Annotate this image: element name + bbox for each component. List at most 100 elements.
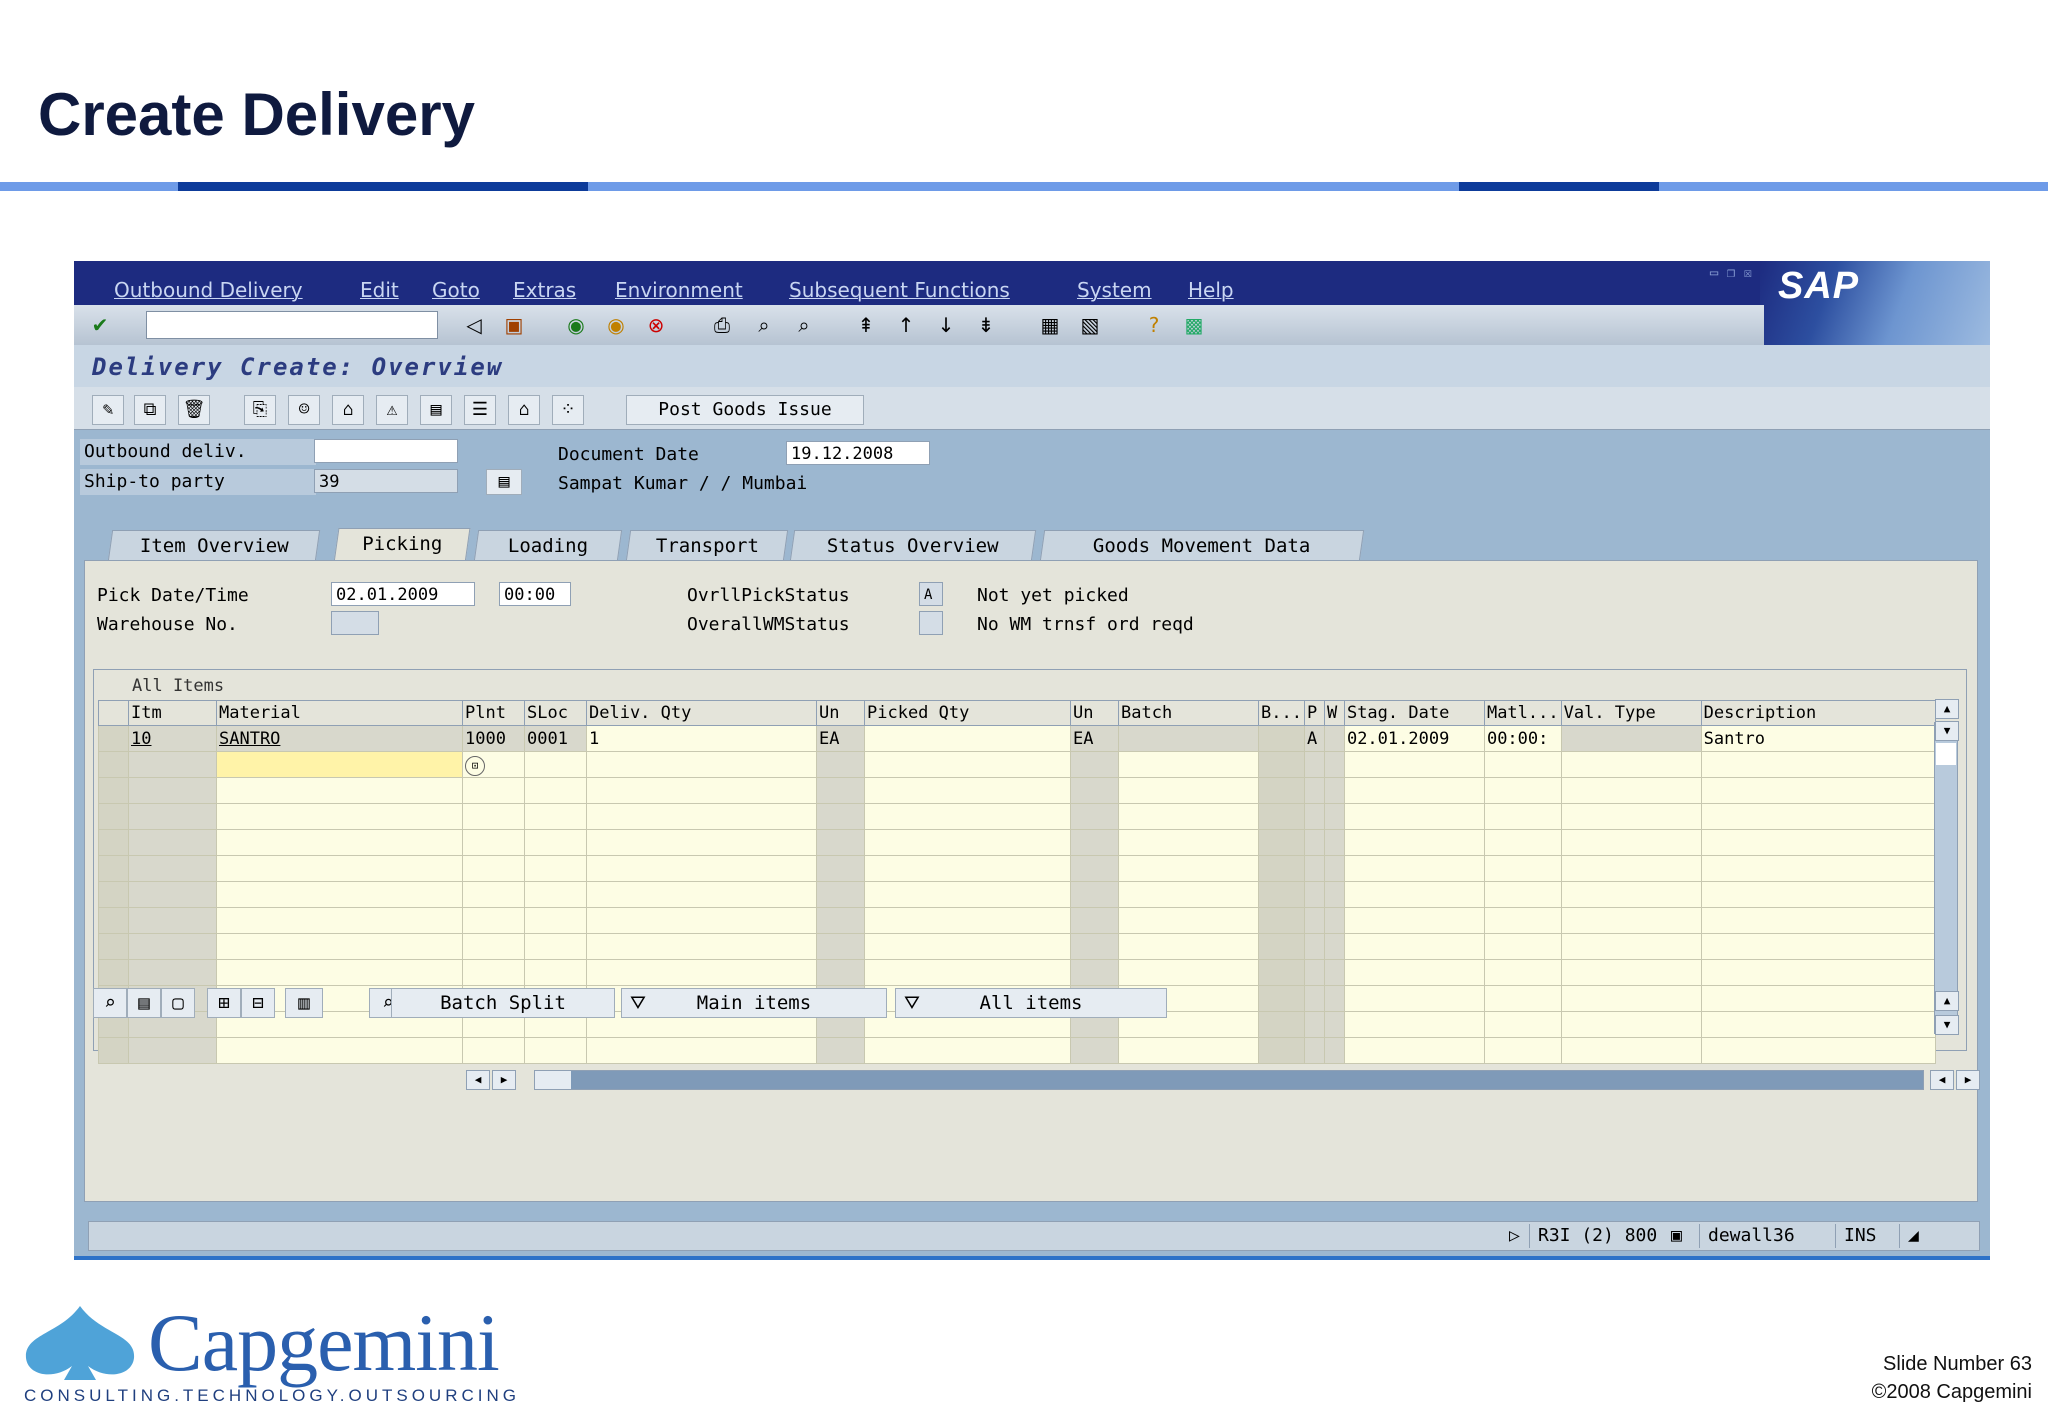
ovrl-pick-status-field[interactable]: A bbox=[919, 582, 943, 606]
main-items-button[interactable]: ⛛ Main items bbox=[621, 988, 887, 1018]
cell-p[interactable]: A bbox=[1303, 725, 1325, 752]
pick-icon[interactable]: ▥ bbox=[285, 988, 323, 1018]
cell-picked-qty[interactable] bbox=[864, 725, 1071, 752]
dots-icon[interactable]: ⁘ bbox=[552, 395, 584, 425]
shortcut-icon[interactable]: ▧ bbox=[1078, 313, 1102, 337]
help-icon[interactable]: ? bbox=[1142, 313, 1166, 337]
delete-row-icon[interactable]: ⊟ bbox=[241, 988, 275, 1018]
warehouse-no-field[interactable] bbox=[331, 611, 379, 635]
select-all-cell[interactable] bbox=[98, 700, 129, 726]
status-expand-icon[interactable]: ▷ bbox=[1501, 1224, 1520, 1248]
all-items-button[interactable]: ⛛ All items bbox=[895, 988, 1167, 1018]
previous-page-icon[interactable]: ↑ bbox=[894, 313, 918, 337]
col-p[interactable]: P bbox=[1303, 700, 1325, 726]
page-down-icon[interactable]: ▼ bbox=[1935, 1015, 1959, 1035]
table-row[interactable] bbox=[98, 959, 1936, 986]
table-row[interactable] bbox=[98, 855, 1936, 882]
scroll-up-icon[interactable]: ▲ bbox=[1935, 699, 1959, 719]
cell-un-2[interactable]: EA bbox=[1070, 725, 1119, 752]
scroll-down-icon[interactable]: ▼ bbox=[1935, 721, 1959, 741]
next-page-icon[interactable]: ↓ bbox=[934, 313, 958, 337]
house-icon[interactable]: ⌂ bbox=[508, 395, 540, 425]
col-description[interactable]: Description bbox=[1700, 700, 1936, 726]
back-arrow-icon[interactable]: ◁ bbox=[462, 313, 486, 337]
cell-matl[interactable]: 00:00: bbox=[1483, 725, 1562, 752]
tab-loading[interactable]: Loading bbox=[473, 530, 623, 561]
shipment-icon[interactable]: ⚠ bbox=[376, 395, 408, 425]
menu-edit[interactable]: Edit bbox=[360, 278, 399, 302]
deselect-all-icon[interactable]: ▢ bbox=[161, 988, 195, 1018]
create-session-icon[interactable]: ▦ bbox=[1038, 313, 1062, 337]
table-row[interactable]: ⊡ bbox=[98, 751, 1936, 778]
col-itm[interactable]: Itm bbox=[128, 700, 217, 726]
col-material[interactable]: Material bbox=[216, 700, 463, 726]
scroll-left-end-icon[interactable]: ◀ bbox=[1930, 1070, 1954, 1090]
page-up-icon[interactable]: ▲ bbox=[1935, 991, 1959, 1011]
partner-icon[interactable]: ☺ bbox=[288, 395, 320, 425]
delete-icon[interactable]: 🗑 bbox=[178, 395, 210, 425]
menu-system[interactable]: System bbox=[1077, 278, 1152, 302]
cell-b[interactable] bbox=[1258, 725, 1305, 752]
col-matl[interactable]: Matl... bbox=[1483, 700, 1562, 726]
table-row[interactable] bbox=[98, 1037, 1936, 1064]
h-scroll-thumb[interactable] bbox=[535, 1071, 571, 1089]
outbound-deliv-field[interactable] bbox=[314, 439, 458, 463]
col-un-2[interactable]: Un bbox=[1070, 700, 1119, 726]
col-sloc[interactable]: SLoc bbox=[524, 700, 587, 726]
menu-extras[interactable]: Extras bbox=[513, 278, 576, 302]
cell-un[interactable]: EA bbox=[816, 725, 865, 752]
system-info-icon[interactable]: ▣ bbox=[1663, 1224, 1682, 1248]
texts-icon[interactable]: ☰ bbox=[464, 395, 496, 425]
cell-batch[interactable] bbox=[1118, 725, 1259, 752]
scroll-thumb[interactable] bbox=[1936, 743, 1956, 765]
first-page-icon[interactable]: ⇞ bbox=[854, 313, 878, 337]
table-row[interactable] bbox=[98, 907, 1936, 934]
minimize-icon[interactable]: ▭ bbox=[1710, 265, 1718, 281]
overall-wm-status-field[interactable] bbox=[919, 611, 943, 635]
ship-to-party-field[interactable]: 39 bbox=[314, 469, 458, 493]
save-icon[interactable]: ▣ bbox=[502, 313, 526, 337]
find-next-icon[interactable]: ⌕ bbox=[792, 313, 816, 337]
document-date-field[interactable]: 19.12.2008 bbox=[786, 441, 930, 465]
tab-status-overview[interactable]: Status Overview bbox=[789, 530, 1037, 561]
last-page-icon[interactable]: ⇟ bbox=[974, 313, 998, 337]
tab-picking[interactable]: Picking bbox=[333, 528, 471, 563]
cell-plnt[interactable]: 1000 bbox=[462, 725, 525, 752]
scroll-right-icon[interactable]: ▶ bbox=[492, 1070, 516, 1090]
tab-goods-movement-data[interactable]: Goods Movement Data bbox=[1039, 530, 1365, 561]
table-row[interactable] bbox=[98, 933, 1936, 960]
menu-subsequent-functions[interactable]: Subsequent Functions bbox=[789, 278, 1010, 302]
tab-item-overview[interactable]: Item Overview bbox=[107, 530, 321, 561]
col-batch[interactable]: Batch bbox=[1118, 700, 1259, 726]
horizontal-scrollbar[interactable] bbox=[534, 1070, 1924, 1090]
col-val-type[interactable]: Val. Type bbox=[1560, 700, 1702, 726]
col-plnt[interactable]: Plnt bbox=[462, 700, 525, 726]
close-icon[interactable]: ☒ bbox=[1744, 265, 1752, 281]
cell-description[interactable]: Santro bbox=[1700, 725, 1936, 752]
col-un[interactable]: Un bbox=[816, 700, 865, 726]
col-stag-date[interactable]: Stag. Date bbox=[1343, 700, 1485, 726]
command-field[interactable] bbox=[146, 311, 438, 339]
row-selector[interactable] bbox=[98, 725, 129, 752]
copy-icon[interactable]: ⎘ bbox=[244, 395, 276, 425]
menu-outbound-delivery[interactable]: Outbound Delivery bbox=[114, 278, 303, 302]
restore-icon[interactable]: ❐ bbox=[1727, 265, 1735, 281]
cell-sloc[interactable]: 0001 bbox=[524, 725, 587, 752]
display-change-icon[interactable]: ⧉ bbox=[134, 395, 166, 425]
f4-help-icon[interactable]: ⊡ bbox=[465, 755, 485, 776]
scroll-right-end-icon[interactable]: ▶ bbox=[1956, 1070, 1980, 1090]
enter-icon[interactable]: ✔ bbox=[88, 313, 112, 337]
material-input-cell[interactable] bbox=[216, 751, 463, 778]
menu-goto[interactable]: Goto bbox=[432, 278, 480, 302]
cell-val-type[interactable] bbox=[1560, 725, 1702, 752]
menu-environment[interactable]: Environment bbox=[615, 278, 743, 302]
table-row[interactable] bbox=[98, 881, 1936, 908]
col-b[interactable]: B... bbox=[1258, 700, 1305, 726]
find-icon[interactable]: ⌕ bbox=[752, 313, 776, 337]
package-icon[interactable]: ▤ bbox=[420, 395, 452, 425]
post-goods-issue-button[interactable]: Post Goods Issue bbox=[626, 395, 864, 425]
cell-material[interactable]: SANTRO bbox=[216, 725, 463, 752]
batch-split-button[interactable]: Batch Split bbox=[391, 988, 615, 1018]
back-icon[interactable]: ◉ bbox=[564, 313, 588, 337]
table-row[interactable] bbox=[98, 803, 1936, 830]
